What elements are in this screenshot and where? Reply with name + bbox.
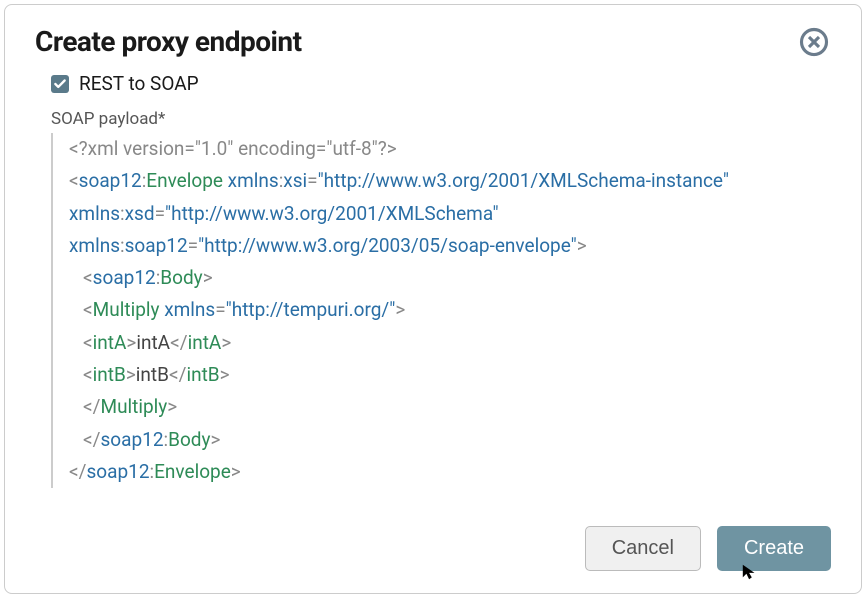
cancel-button[interactable]: Cancel [585, 526, 701, 571]
envelope-close-line: </soap12:Envelope> [69, 456, 831, 488]
multiply-close-line: </Multiply> [69, 391, 831, 423]
soap-payload-label: SOAP payload* [51, 109, 831, 129]
body-open-line: <soap12:Body> [69, 262, 831, 294]
close-icon[interactable] [799, 27, 829, 57]
body-close-line: </soap12:Body> [69, 424, 831, 456]
dialog-header: Create proxy endpoint [35, 25, 831, 72]
rest-to-soap-checkbox[interactable] [51, 75, 69, 93]
inta-line: <intA>intA</intA> [69, 327, 831, 359]
xml-declaration: <?xml version="1.0" encoding="utf-8"?> [69, 137, 397, 160]
soap-payload-editor[interactable]: <?xml version="1.0" encoding="utf-8"?> <… [51, 133, 831, 488]
intb-line: <intB>intB</intB> [69, 359, 831, 391]
dialog-title: Create proxy endpoint [35, 25, 302, 58]
create-proxy-endpoint-dialog: Create proxy endpoint REST to SOAP SOAP … [4, 4, 862, 594]
envelope-open-line: <soap12:Envelope xmlns:xsi="http://www.w… [69, 165, 831, 262]
create-button[interactable]: Create [717, 526, 831, 571]
rest-to-soap-checkbox-row: REST to SOAP [51, 72, 831, 95]
rest-to-soap-label: REST to SOAP [79, 72, 199, 95]
multiply-open-line: <Multiply xmlns="http://tempuri.org/"> [69, 294, 831, 326]
dialog-footer: Cancel Create [585, 526, 831, 571]
